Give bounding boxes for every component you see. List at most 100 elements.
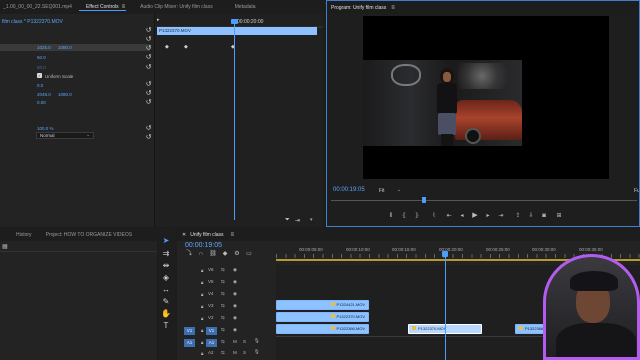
microphone-icon[interactable]: 🎙︎ <box>254 338 260 344</box>
sync-lock-icon[interactable]: ⇆ <box>221 303 225 309</box>
program-monitor-title[interactable]: Program: Unify film class <box>327 5 393 11</box>
menu-icon[interactable]: ≡ <box>231 232 235 238</box>
go-to-out-icon[interactable]: ⇥ <box>497 213 505 219</box>
reset-icon[interactable]: ↺ <box>145 64 152 71</box>
reset-icon[interactable]: ↺ <box>145 54 152 61</box>
comparison-view-icon[interactable]: ⊞ <box>555 213 563 219</box>
solo-icon[interactable]: S <box>243 339 246 344</box>
mute-icon[interactable]: M <box>233 350 237 355</box>
lock-icon[interactable]: 🔒︎ <box>201 268 203 273</box>
lock-icon[interactable]: 🔒︎ <box>201 328 203 333</box>
linked-selection-icon[interactable]: ⛓ <box>209 251 217 257</box>
sync-lock-icon[interactable]: ⇆ <box>221 350 225 356</box>
reset-icon[interactable]: ↺ <box>145 134 152 141</box>
ripple-edit-tool-icon[interactable]: ⇹ <box>161 261 171 271</box>
lift-icon[interactable]: ⇪ <box>514 213 522 219</box>
monitor-scrub-bar[interactable] <box>331 197 637 203</box>
new-item-icon[interactable]: ▦ <box>2 243 8 250</box>
reset-icon[interactable]: ↺ <box>145 125 152 132</box>
reset-icon[interactable]: ↺ <box>145 27 152 34</box>
extract-icon[interactable]: ⇩ <box>527 213 535 219</box>
sync-lock-icon[interactable]: ⇆ <box>221 291 225 297</box>
track-select-tool-icon[interactable]: ⇉ <box>161 249 171 259</box>
track-label-a1[interactable]: A1 <box>206 339 217 347</box>
export-frame-icon[interactable]: ◙ <box>540 213 548 219</box>
menu-icon[interactable]: ≡ <box>391 5 395 11</box>
hand-tool-icon[interactable]: ✋ <box>161 309 171 319</box>
reset-icon[interactable]: ↺ <box>145 36 152 43</box>
source-clip-label[interactable]: film class * P1322370.MOV <box>2 19 63 25</box>
playhead-line[interactable] <box>234 20 235 220</box>
slip-tool-icon[interactable]: ↔ <box>161 285 171 295</box>
marker-add-icon[interactable]: ⌇ <box>430 213 438 219</box>
anchor-x-value[interactable]: 2048.0 <box>37 92 51 97</box>
blend-mode-select[interactable]: Normal ⌄ <box>36 132 94 139</box>
timeline-timecode[interactable]: 00:00:19:05 <box>185 242 222 249</box>
scrub-playhead[interactable] <box>422 197 426 203</box>
mark-out-icon[interactable]: ⦃ <box>400 213 408 219</box>
tab-history[interactable]: History <box>0 232 39 238</box>
fit-select[interactable]: Fit <box>379 188 385 194</box>
menu-icon[interactable]: ≡ <box>122 4 126 10</box>
keyframe-icon[interactable]: ◆ <box>165 44 169 50</box>
sync-lock-icon[interactable]: ⇆ <box>221 327 225 333</box>
reset-icon[interactable]: ↺ <box>145 81 152 88</box>
go-to-in-icon[interactable]: ⇤ <box>445 213 453 219</box>
insert-sequence-icon[interactable]: ⤵ <box>185 251 193 257</box>
full-quality-select[interactable]: Fu <box>634 188 639 194</box>
playhead-marker[interactable] <box>231 19 238 24</box>
add-marker-icon[interactable]: ◆ <box>221 251 229 257</box>
step-forward-icon[interactable]: ▸ <box>484 213 492 219</box>
type-tool-icon[interactable]: T <box>161 321 171 331</box>
filter-icon[interactable]: ⏷ <box>285 217 290 224</box>
solo-icon[interactable]: S <box>243 350 246 355</box>
sync-lock-icon[interactable]: ⇆ <box>221 315 225 321</box>
opacity-value[interactable]: 100.0 % <box>37 126 54 131</box>
eye-icon[interactable]: ◉ <box>233 291 237 297</box>
anchor-y-value[interactable]: 1080.0 <box>58 92 72 97</box>
chevron-down-icon[interactable]: ⌄ <box>397 187 401 193</box>
sync-lock-icon[interactable]: ⇆ <box>221 339 225 345</box>
scroll-down-icon[interactable]: ▾ <box>310 217 313 223</box>
timeline-clip[interactable]: P1324421.MOV <box>276 300 369 310</box>
reset-icon[interactable]: ↺ <box>145 99 152 106</box>
position-y-value[interactable]: 1080.0 <box>58 45 72 50</box>
lock-icon[interactable]: 🔒︎ <box>201 351 203 356</box>
settings-icon[interactable]: ⚙ <box>233 251 241 257</box>
play-icon[interactable]: ▶ <box>471 212 479 219</box>
scale-width-value[interactable]: 50.0 <box>37 65 46 70</box>
reset-icon[interactable]: ↺ <box>145 90 152 97</box>
tab-sequence[interactable]: Unify film class <box>188 232 230 238</box>
razor-tool-icon[interactable]: ◈ <box>161 273 171 283</box>
lock-icon[interactable]: 🔒︎ <box>201 304 203 309</box>
source-patch-a1[interactable]: A1 <box>184 339 195 347</box>
program-timecode[interactable]: 00:00:19:05 <box>333 187 365 193</box>
snap-icon[interactable]: ∩ <box>197 251 205 257</box>
timeline-clip[interactable]: P1322370.MOV <box>276 312 369 322</box>
lock-icon[interactable]: 🔒︎ <box>201 316 203 321</box>
timeline-clip[interactable]: P1322366.MOV <box>276 324 369 334</box>
eye-icon[interactable]: ◉ <box>233 279 237 285</box>
eye-icon[interactable]: ◉ <box>233 315 237 321</box>
anti-flicker-value[interactable]: 0.00 <box>37 100 46 105</box>
step-back-icon[interactable]: ◂ <box>458 213 466 219</box>
sync-lock-icon[interactable]: ⇆ <box>221 279 225 285</box>
uniform-scale-checkbox[interactable]: ✓ <box>37 73 42 78</box>
mark-clip-icon[interactable]: ⦄ <box>413 213 421 219</box>
close-icon[interactable]: ✕ <box>177 232 188 238</box>
selection-tool-icon[interactable]: ➤ <box>161 236 171 246</box>
clip-bar[interactable]: P1322370.MOV <box>157 27 317 35</box>
scale-value[interactable]: 50.0 <box>37 55 46 60</box>
timeline-playhead-marker[interactable] <box>442 251 448 257</box>
lock-icon[interactable]: 🔒︎ <box>201 292 203 297</box>
keyframe-icon[interactable]: ◆ <box>184 44 188 50</box>
eye-icon[interactable]: ◉ <box>233 327 237 333</box>
mark-in-icon[interactable]: ⦀ <box>387 213 395 219</box>
rotation-value[interactable]: 0.0 <box>37 83 43 88</box>
source-patch-v1[interactable]: V1 <box>184 327 195 335</box>
track-label-v1[interactable]: V1 <box>206 327 217 335</box>
tab-source-clip[interactable]: _1.00_00_00_22.SEQ001.mp4 <box>0 4 79 10</box>
lock-icon[interactable]: 🔒︎ <box>201 280 203 285</box>
microphone-icon[interactable]: 🎙︎ <box>254 349 260 355</box>
pen-tool-icon[interactable]: ✎ <box>161 297 171 307</box>
